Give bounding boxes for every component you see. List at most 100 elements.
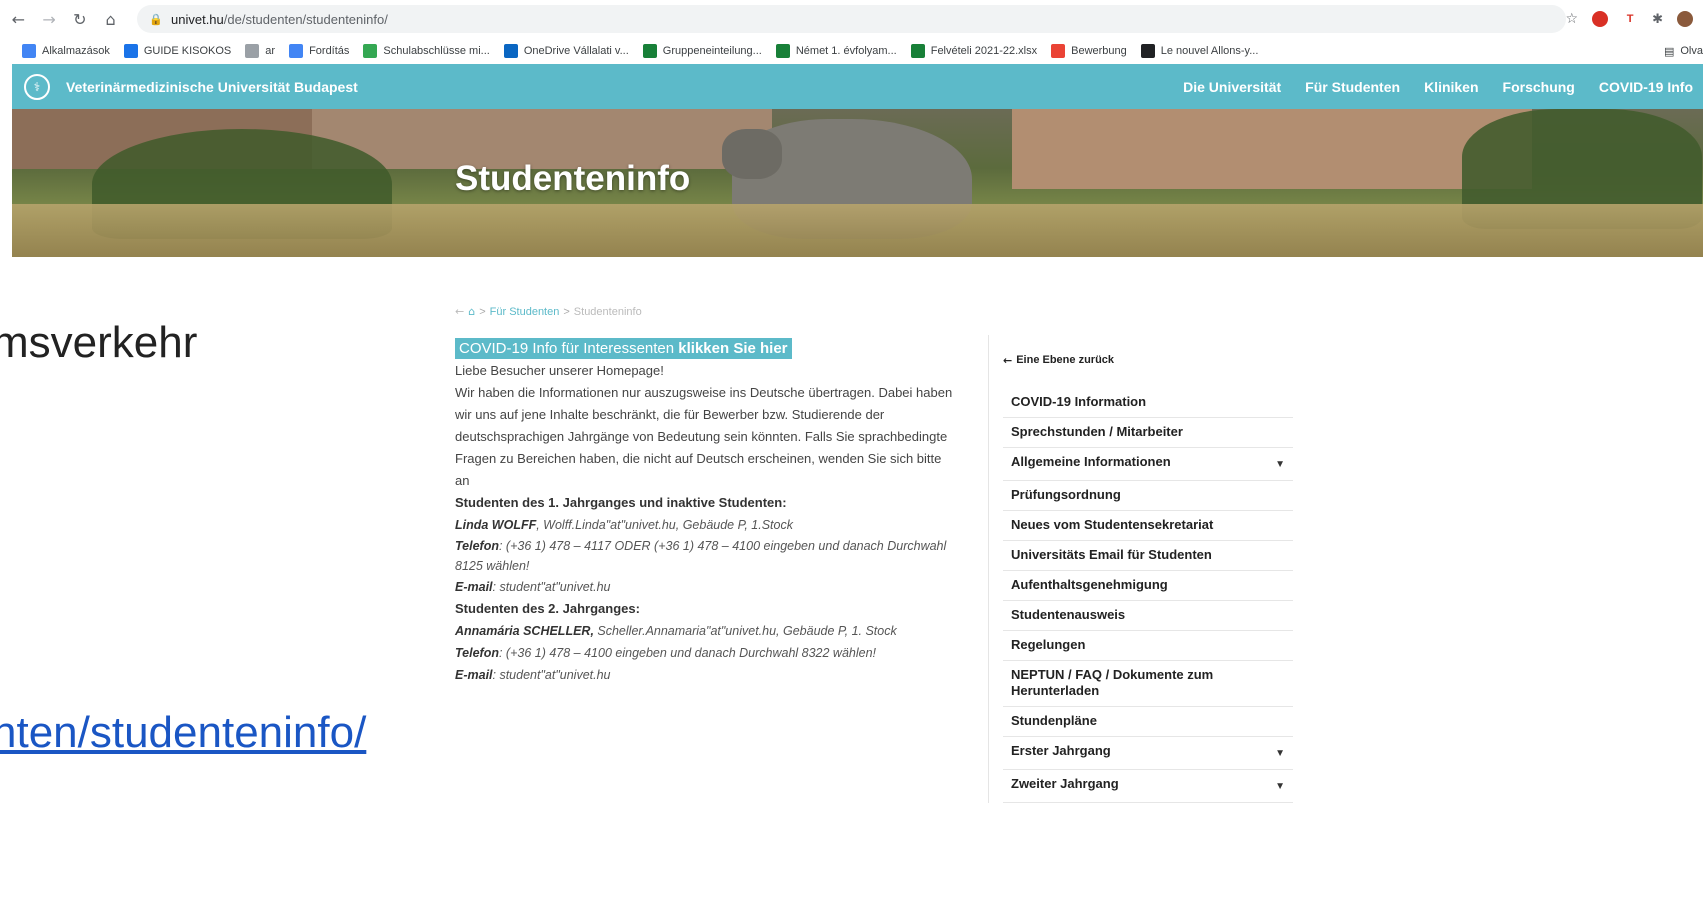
bookmark-label: ar xyxy=(265,45,276,57)
sidebar-item[interactable]: Neues vom Studentensekretariat xyxy=(1003,511,1293,541)
caret-down-icon[interactable]: ▼ xyxy=(1275,743,1285,762)
bookmark-favicon-icon xyxy=(503,44,518,58)
slide-link-fragment[interactable]: nten/studenteninfo/ xyxy=(0,708,366,758)
phone-details: : (+36 1) 478 – 4117 ODER (+36 1) 478 – … xyxy=(455,539,947,573)
url-host: univet.hu xyxy=(171,11,224,27)
reload-icon[interactable]: ↻ xyxy=(68,6,93,32)
url-path: /de/studenten/studenteninfo/ xyxy=(223,11,388,27)
profile-avatar[interactable] xyxy=(1677,11,1693,27)
bookmark-favicon-icon xyxy=(123,44,138,58)
contact-name: Annamária SCHELLER, xyxy=(455,624,594,638)
sidebar-item-label: Stundenpläne xyxy=(1011,713,1097,728)
bookmark-item[interactable]: Német 1. évfolyam... xyxy=(775,44,897,58)
sidebar-item-label: Neues vom Studentensekretariat xyxy=(1011,517,1214,532)
section2-email: E-mail: student"at"univet.hu xyxy=(455,664,955,686)
sidebar-item-label: Allgemeine Informationen xyxy=(1011,454,1171,469)
sidebar-item[interactable]: NEPTUN / FAQ / Dokumente zum Herunterlad… xyxy=(1003,661,1293,707)
bookmark-item[interactable]: Fordítás xyxy=(289,44,349,58)
address-bar[interactable]: 🔒 univet.hu/de/studenten/studenteninfo/ xyxy=(137,5,1566,33)
section2-phone: Telefon: (+36 1) 478 – 4100 eingeben und… xyxy=(455,642,955,664)
breadcrumb-back-icon[interactable]: ← xyxy=(455,305,464,318)
email-label: E-mail xyxy=(455,580,493,594)
university-logo-icon[interactable]: ⚕ xyxy=(24,73,50,100)
email-details: : student"at"univet.hu xyxy=(492,580,611,594)
bookmark-favicon-icon xyxy=(775,44,790,58)
sidebar-item[interactable]: Prüfungsordnung xyxy=(1003,481,1293,511)
bookmark-favicon-icon xyxy=(642,44,657,58)
bookmark-favicon-icon xyxy=(363,44,378,58)
bookmarks-bar: Alkalmazások GUIDE KISOKOS ar Fordítás Schul… xyxy=(0,38,1703,64)
bookmark-item[interactable]: Le nouvel Allons-y... xyxy=(1140,44,1259,58)
nav-forschung[interactable]: Forschung xyxy=(1503,79,1575,95)
bookmark-favicon-icon xyxy=(1051,44,1066,58)
intro-text: Wir haben die Informationen nur auszugsw… xyxy=(455,385,953,488)
bookmark-label: Gruppeneinteilung... xyxy=(662,45,762,57)
nav-die-universitat[interactable]: Die Universität xyxy=(1183,79,1281,95)
bookmark-item[interactable]: Bewerbung xyxy=(1051,44,1127,58)
adblock-icon[interactable] xyxy=(1592,11,1609,27)
caret-down-icon[interactable]: ▼ xyxy=(1275,776,1285,795)
sidebar-nav: ← Eine Ebene zurück COVID-19 Information… xyxy=(1003,340,1293,803)
sidebar-item[interactable]: Regelungen xyxy=(1003,631,1293,661)
sidebar-item[interactable]: Studentenausweis xyxy=(1003,601,1293,631)
nav-covid-info[interactable]: COVID-19 Info xyxy=(1599,79,1693,95)
page-title: Studenteninfo xyxy=(455,159,691,198)
bookmark-label: Alkalmazások xyxy=(42,45,110,57)
section1-heading: Studenten des 1. Jahrganges und inaktive… xyxy=(455,495,787,510)
caret-down-icon[interactable]: ▼ xyxy=(1275,454,1285,473)
home-icon[interactable]: ⌂ xyxy=(468,305,475,318)
sidebar-item-label: Universitäts Email für Studenten xyxy=(1011,547,1212,562)
contact-name: Linda WOLFF xyxy=(455,518,537,532)
bookmark-item[interactable]: Felvételi 2021-22.xlsx xyxy=(910,44,1037,58)
sidebar-item-label: Regelungen xyxy=(1011,637,1086,652)
sidebar-item[interactable]: Stundenpläne xyxy=(1003,707,1293,737)
phone-details: : (+36 1) 478 – 4100 eingeben und danach… xyxy=(498,646,877,660)
browser-toolbar: ← → ↻ ⌂ 🔒 univet.hu/de/studenten/student… xyxy=(0,0,1703,38)
lock-icon: 🔒 xyxy=(149,13,163,26)
hero-banner: Studenteninfo xyxy=(12,109,1703,257)
breadcrumb-parent[interactable]: Für Studenten xyxy=(490,306,560,318)
sidebar-item[interactable]: Erster Jahrgang ▼ xyxy=(1003,737,1293,770)
sidebar-item[interactable]: COVID-19 Information xyxy=(1003,388,1293,418)
bookmark-label: Le nouvel Allons-y... xyxy=(1160,45,1259,57)
site-name[interactable]: Veterinärmedizinische Universität Budape… xyxy=(66,79,358,95)
nav-kliniken[interactable]: Kliniken xyxy=(1424,79,1478,95)
back-label: Eine Ebene zurück xyxy=(1016,354,1115,366)
bookmark-item[interactable]: Gruppeneinteilung... xyxy=(642,44,762,58)
sidebar-item[interactable]: Allgemeine Informationen ▼ xyxy=(1003,448,1293,481)
covid-info-banner[interactable]: COVID-19 Info für Interessenten klikken … xyxy=(455,338,792,359)
section1-phone: Telefon: (+36 1) 478 – 4117 ODER (+36 1)… xyxy=(455,536,955,576)
extension-tp-icon[interactable]: T xyxy=(1622,11,1639,27)
email-label: E-mail xyxy=(455,668,493,682)
bookmark-label: Bewerbung xyxy=(1071,45,1127,57)
puzzle-icon[interactable]: ✱ xyxy=(1652,12,1663,27)
sidebar-item[interactable]: Zweiter Jahrgang ▼ xyxy=(1003,770,1293,803)
bookmark-label: Fordítás xyxy=(309,45,350,57)
site-header: ⚕ Veterinärmedizinische Universität Buda… xyxy=(12,64,1703,109)
forward-arrow-icon[interactable]: → xyxy=(37,6,62,32)
bookmark-item[interactable]: Alkalmazások xyxy=(22,44,110,58)
sidebar-item[interactable]: Universitäts Email für Studenten xyxy=(1003,541,1293,571)
bookmark-item[interactable]: ar xyxy=(245,44,275,58)
star-icon[interactable]: ☆ xyxy=(1566,11,1579,27)
reading-list-button[interactable]: ▤ Olva xyxy=(1664,45,1703,58)
covid-banner-link[interactable]: klikken Sie hier xyxy=(678,340,787,357)
contact-details: , Wolff.Linda"at"univet.hu, Gebäude P, 1… xyxy=(536,518,793,532)
main-content: COVID-19 Info für Interessenten klikken … xyxy=(455,338,955,686)
back-arrow-icon[interactable]: ← xyxy=(6,6,31,32)
sidebar-item[interactable]: Sprechstunden / Mitarbeiter xyxy=(1003,418,1293,448)
email-details: : student"at"univet.hu xyxy=(492,668,611,682)
bookmark-item[interactable]: GUIDE KISOKOS xyxy=(123,44,232,58)
back-one-level-link[interactable]: ← Eine Ebene zurück xyxy=(1003,340,1293,370)
bookmark-item[interactable]: OneDrive Vállalati v... xyxy=(503,44,629,58)
nav-fur-studenten[interactable]: Für Studenten xyxy=(1305,79,1400,95)
background-slide xyxy=(0,64,12,914)
bookmark-favicon-icon xyxy=(289,44,304,58)
sidebar-item[interactable]: Aufenthaltsgenehmigung xyxy=(1003,571,1293,601)
main-navigation: Die Universität Für Studenten Kliniken F… xyxy=(1183,79,1703,95)
breadcrumb: ← ⌂ > Für Studenten > Studenteninfo xyxy=(455,305,642,318)
bookmark-item[interactable]: Schulabschlüsse mi... xyxy=(363,44,490,58)
covid-banner-text: COVID-19 Info für Interessenten xyxy=(459,340,679,357)
bookmark-label: GUIDE KISOKOS xyxy=(143,45,232,57)
home-icon[interactable]: ⌂ xyxy=(98,6,123,32)
